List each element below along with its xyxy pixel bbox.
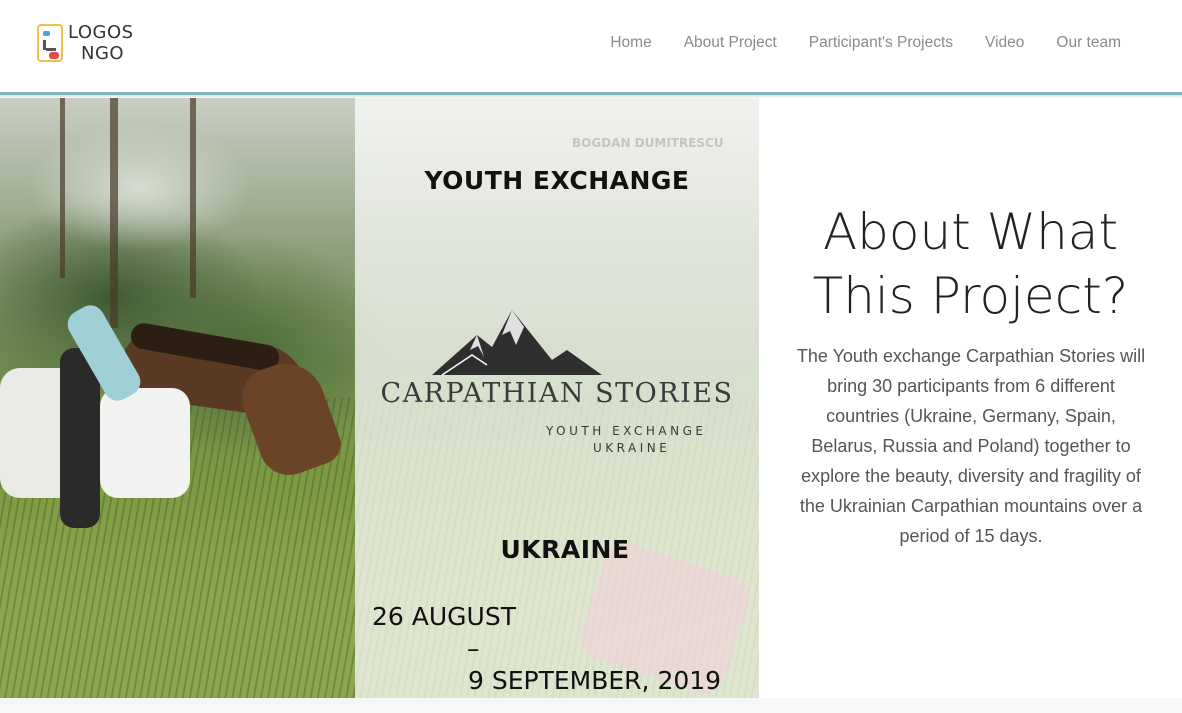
brand-subtitle: YOUTH EXCHANGE	[546, 424, 707, 438]
logo-text-line2: NGO	[81, 43, 125, 64]
page-bottom-strip	[0, 698, 1182, 713]
about-description: The Youth exchange Carpathian Stories wi…	[796, 346, 1146, 546]
nav-item-about-project[interactable]: About Project	[684, 34, 777, 52]
date-start: 26 AUGUST	[372, 602, 516, 631]
hero-title: YOUTH EXCHANGE	[424, 166, 690, 195]
about-heading-line1: About What	[822, 203, 1119, 261]
nav-item-participants-projects[interactable]: Participant's Projects	[809, 34, 953, 52]
site-logo[interactable]: LOGOS NGO	[37, 22, 147, 64]
site-header: LOGOS NGO Home About Project Participant…	[0, 0, 1182, 92]
nav-item-our-team[interactable]: Our team	[1056, 34, 1121, 52]
logo-icon	[37, 24, 63, 62]
nav-item-video[interactable]: Video	[985, 34, 1024, 52]
hero-country: UKRAINE	[500, 535, 630, 564]
logo-text-line1: LOGOS	[68, 22, 134, 43]
date-separator: –	[467, 634, 480, 663]
date-end: 9 SEPTEMBER, 2019	[468, 666, 722, 695]
about-heading: About What This Project?	[759, 200, 1182, 328]
header-divider	[0, 92, 1182, 95]
mountain-logo-icon	[432, 310, 602, 376]
nav-item-home[interactable]: Home	[610, 34, 651, 52]
about-heading-line2: This Project?	[812, 267, 1129, 325]
main-nav: Home About Project Participant's Project…	[610, 34, 1121, 52]
brand-country: UKRAINE	[593, 441, 671, 455]
brand-name: CARPATHIAN STORIES	[380, 378, 734, 409]
photo-credit-watermark: BOGDAN DUMITRESCU	[572, 136, 724, 150]
